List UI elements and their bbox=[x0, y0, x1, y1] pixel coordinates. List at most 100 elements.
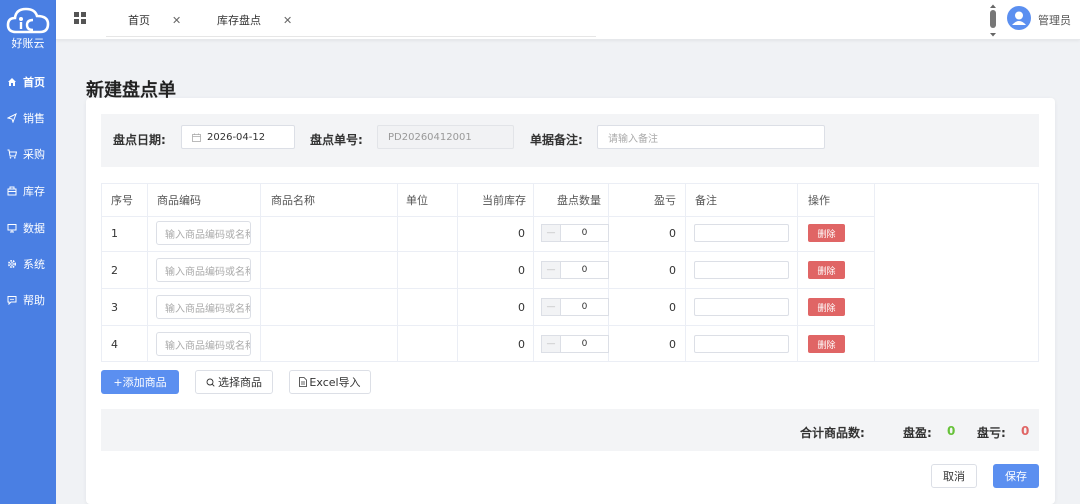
product-code-input[interactable]: 输入商品编码或名称 bbox=[156, 258, 251, 282]
add-product-button[interactable]: +添加商品 bbox=[101, 370, 179, 394]
col-header-count: 盘点数量 bbox=[557, 194, 601, 207]
tab-inventory-check[interactable]: 库存盘点 ✕ bbox=[217, 0, 292, 40]
home-icon bbox=[6, 76, 18, 88]
sidebar-item-label: 库存 bbox=[23, 185, 45, 198]
count-value[interactable]: 0 bbox=[561, 225, 608, 241]
order-number-field: PD20260412001 bbox=[377, 125, 514, 149]
col-divider bbox=[874, 184, 875, 362]
select-product-button[interactable]: 选择商品 bbox=[195, 370, 273, 394]
loss-label: 盘亏: bbox=[977, 426, 1006, 440]
sidebar-item-inventory[interactable]: 库存 bbox=[0, 179, 56, 203]
count-value[interactable]: 0 bbox=[561, 336, 608, 352]
cart-icon bbox=[6, 148, 18, 160]
count-stepper[interactable]: — 0 bbox=[541, 261, 609, 279]
apps-grid-icon[interactable] bbox=[74, 12, 86, 24]
cancel-button[interactable]: 取消 bbox=[931, 464, 977, 488]
current-stock: 0 bbox=[518, 264, 525, 277]
col-header-unit: 单位 bbox=[406, 194, 428, 207]
gain-value: 0 bbox=[947, 424, 956, 438]
diff-value: 0 bbox=[669, 264, 676, 277]
note-input[interactable] bbox=[694, 298, 789, 316]
save-button[interactable]: 保存 bbox=[993, 464, 1039, 488]
delete-button[interactable]: 删除 bbox=[808, 335, 845, 353]
col-divider bbox=[533, 184, 534, 362]
count-stepper[interactable]: — 0 bbox=[541, 224, 609, 242]
remark-label: 单据备注: bbox=[530, 133, 583, 147]
minus-icon[interactable]: — bbox=[542, 336, 561, 352]
minus-icon[interactable]: — bbox=[542, 262, 561, 278]
logo-text: 好账云 bbox=[11, 37, 45, 50]
date-picker[interactable]: 2026-04-12 bbox=[181, 125, 295, 149]
sidebar-item-system[interactable]: 系统 bbox=[0, 252, 56, 276]
gain-label: 盘盈: bbox=[903, 426, 932, 440]
avatar[interactable] bbox=[1007, 6, 1031, 30]
delete-button[interactable]: 删除 bbox=[808, 224, 845, 242]
delete-button[interactable]: 删除 bbox=[808, 261, 845, 279]
sidebar-item-label: 帮助 bbox=[23, 294, 45, 307]
sidebar-item-label: 首页 bbox=[23, 76, 45, 89]
col-header-note: 备注 bbox=[695, 194, 717, 207]
count-value[interactable]: 0 bbox=[561, 299, 608, 315]
summary-bar bbox=[101, 409, 1039, 451]
sidebar-item-label: 采购 bbox=[23, 148, 45, 161]
product-code-input[interactable]: 输入商品编码或名称 bbox=[156, 332, 251, 356]
note-input[interactable] bbox=[694, 261, 789, 279]
delete-button[interactable]: 删除 bbox=[808, 298, 845, 316]
close-icon[interactable]: ✕ bbox=[172, 14, 181, 27]
topbar: 首页 ✕ 库存盘点 ✕ 管理员 bbox=[56, 0, 1080, 40]
count-value[interactable]: 0 bbox=[561, 262, 608, 278]
sidebar-item-home[interactable]: 首页 bbox=[0, 70, 56, 94]
note-input[interactable] bbox=[694, 335, 789, 353]
product-code-input[interactable]: 输入商品编码或名称 bbox=[156, 295, 251, 319]
loss-value: 0 bbox=[1021, 424, 1030, 438]
chat-icon bbox=[6, 294, 18, 306]
diff-value: 0 bbox=[669, 301, 676, 314]
col-header-name: 商品名称 bbox=[271, 194, 315, 207]
count-stepper[interactable]: — 0 bbox=[541, 298, 609, 316]
date-value: 2026-04-12 bbox=[207, 131, 266, 143]
tab-label: 库存盘点 bbox=[217, 14, 261, 27]
sidebar-item-purchase[interactable]: 采购 bbox=[0, 142, 56, 166]
count-stepper[interactable]: — 0 bbox=[541, 335, 609, 353]
col-divider bbox=[397, 184, 398, 362]
row-divider bbox=[102, 251, 875, 252]
remark-input[interactable]: 请输入备注 bbox=[597, 125, 825, 149]
row-index: 3 bbox=[111, 301, 118, 314]
excel-import-button[interactable]: Excel导入 bbox=[289, 370, 371, 394]
send-icon bbox=[6, 112, 18, 124]
sidebar-item-label: 销售 bbox=[23, 112, 45, 125]
col-header-action: 操作 bbox=[808, 194, 830, 207]
close-icon[interactable]: ✕ bbox=[283, 14, 292, 27]
col-header-index: 序号 bbox=[111, 194, 133, 207]
row-index: 2 bbox=[111, 264, 118, 277]
monitor-icon bbox=[6, 222, 18, 234]
col-divider bbox=[457, 184, 458, 362]
note-input[interactable] bbox=[694, 224, 789, 242]
product-code-input[interactable]: 输入商品编码或名称 bbox=[156, 221, 251, 245]
sidebar-item-data[interactable]: 数据 bbox=[0, 216, 56, 240]
col-divider bbox=[685, 184, 686, 362]
col-divider bbox=[797, 184, 798, 362]
tab-label: 首页 bbox=[128, 14, 150, 27]
col-divider bbox=[147, 184, 148, 362]
row-divider bbox=[102, 288, 875, 289]
inventory-table: 序号 商品编码 商品名称 单位 当前库存 盘点数量 盈亏 备注 操作 1 输入商… bbox=[101, 183, 1039, 362]
diff-value: 0 bbox=[669, 227, 676, 240]
sidebar: 好账云 首页 销售 采购 库存 数据 系统 帮助 bbox=[0, 0, 56, 504]
row-index: 4 bbox=[111, 338, 118, 351]
tab-home[interactable]: 首页 ✕ bbox=[128, 0, 181, 40]
tab-scrollbar[interactable] bbox=[988, 4, 998, 38]
box-icon bbox=[6, 185, 18, 197]
minus-icon[interactable]: — bbox=[542, 299, 561, 315]
calendar-icon bbox=[192, 133, 201, 142]
current-stock: 0 bbox=[518, 227, 525, 240]
user-name[interactable]: 管理员 bbox=[1038, 12, 1071, 28]
gear-icon bbox=[6, 258, 18, 270]
logo[interactable]: 好账云 bbox=[0, 4, 56, 52]
sidebar-item-sales[interactable]: 销售 bbox=[0, 106, 56, 130]
sidebar-item-help[interactable]: 帮助 bbox=[0, 288, 56, 312]
minus-icon[interactable]: — bbox=[542, 225, 561, 241]
tab-underline bbox=[106, 36, 596, 37]
search-icon bbox=[206, 378, 215, 387]
document-icon bbox=[299, 377, 308, 387]
